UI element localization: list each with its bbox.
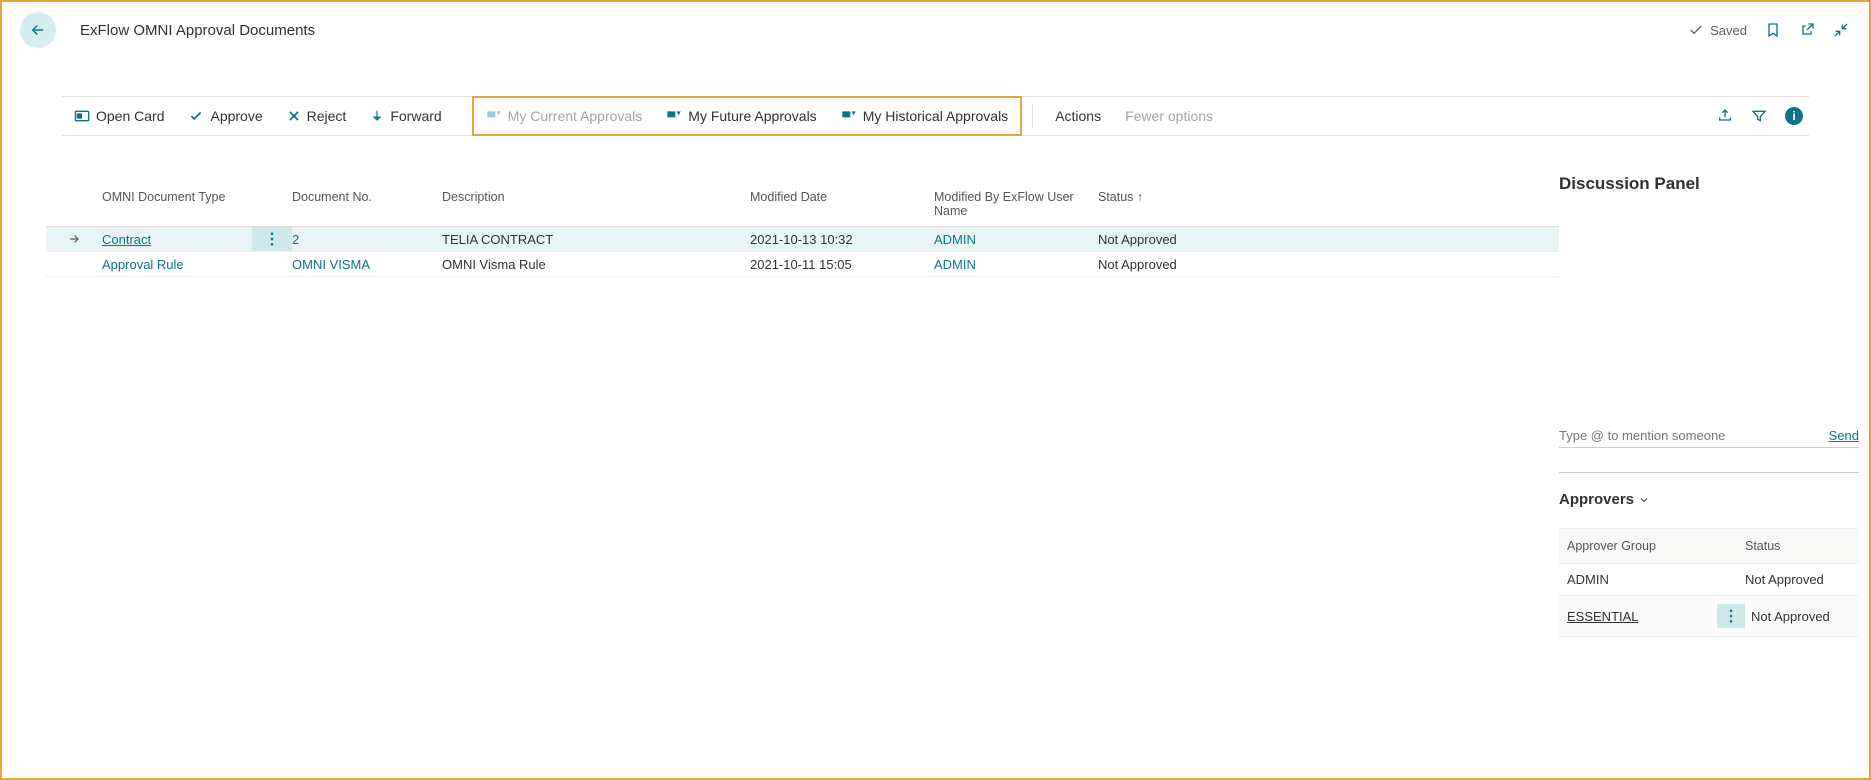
comment-input[interactable] — [1559, 428, 1821, 443]
share-icon[interactable] — [1717, 108, 1733, 124]
col-header-modified-date[interactable]: Modified Date — [750, 190, 934, 218]
open-card-button[interactable]: Open Card — [62, 97, 176, 135]
arrow-down-icon — [370, 109, 384, 123]
row-selected-indicator — [46, 232, 102, 246]
modified-by-link[interactable]: ADMIN — [934, 257, 976, 272]
toolbar-separator — [1032, 104, 1033, 128]
checkmark-icon — [1688, 22, 1704, 38]
approvers-header-row: Approver Group Status — [1559, 528, 1859, 564]
filter-historical-icon — [841, 109, 857, 123]
col-header-approver-group[interactable]: Approver Group — [1567, 539, 1745, 553]
check-icon — [188, 109, 204, 123]
chevron-down-icon — [1638, 494, 1650, 506]
approvers-title-label: Approvers — [1559, 491, 1634, 508]
my-current-label: My Current Approvals — [508, 108, 643, 124]
table-row[interactable]: Approval Rule OMNI VISMA OMNI Visma Rule… — [46, 252, 1559, 277]
popout-icon[interactable] — [1799, 22, 1815, 38]
reject-button[interactable]: Reject — [275, 97, 359, 135]
back-button[interactable] — [20, 12, 56, 48]
send-button[interactable]: Send — [1829, 428, 1859, 443]
bookmark-icon[interactable] — [1765, 22, 1781, 38]
my-historical-label: My Historical Approvals — [863, 108, 1009, 124]
table-header-row: OMNI Document Type Document No. Descript… — [46, 136, 1559, 227]
reject-label: Reject — [307, 108, 347, 124]
filter-icon[interactable] — [1751, 108, 1767, 124]
approve-button[interactable]: Approve — [176, 97, 274, 135]
kebab-icon — [270, 232, 274, 246]
side-panel: Discussion Panel Send Approvers Approver… — [1559, 136, 1869, 778]
col-header-description[interactable]: Description — [442, 190, 750, 218]
approvers-section-header[interactable]: Approvers — [1559, 491, 1859, 508]
discussion-panel-title: Discussion Panel — [1559, 174, 1859, 194]
my-future-approvals-button[interactable]: My Future Approvals — [654, 98, 828, 134]
my-historical-approvals-button[interactable]: My Historical Approvals — [829, 98, 1021, 134]
approver-row[interactable]: ESSENTIAL Not Approved — [1559, 596, 1859, 637]
x-icon — [287, 109, 301, 123]
row-actions-button[interactable] — [252, 227, 292, 251]
filter-current-icon — [486, 109, 502, 123]
info-icon[interactable]: i — [1785, 107, 1803, 125]
cell-modified-date: 2021-10-13 10:32 — [750, 232, 934, 247]
col-header-doc-no[interactable]: Document No. — [292, 190, 442, 218]
page-header: ExFlow OMNI Approval Documents Saved — [2, 2, 1869, 58]
saved-indicator: Saved — [1688, 22, 1747, 38]
open-card-label: Open Card — [96, 108, 164, 124]
comment-input-row: Send — [1559, 428, 1859, 448]
actions-menu[interactable]: Actions — [1043, 97, 1113, 135]
cell-status: Not Approved — [1098, 257, 1228, 272]
doc-no-link[interactable]: 2 — [292, 232, 299, 247]
cell-modified-date: 2021-10-11 15:05 — [750, 257, 934, 272]
cell-description: TELIA CONTRACT — [442, 232, 750, 247]
approver-group-link[interactable]: ADMIN — [1567, 572, 1609, 587]
card-icon — [74, 109, 90, 123]
forward-label: Forward — [390, 108, 441, 124]
modified-by-link[interactable]: ADMIN — [934, 232, 976, 247]
doc-type-link[interactable]: Contract — [102, 232, 151, 247]
actions-label: Actions — [1055, 108, 1101, 124]
col-header-modified-by[interactable]: Modified By ExFlow User Name — [934, 190, 1098, 218]
approval-filter-group: My Current Approvals My Future Approvals… — [472, 96, 1023, 136]
approver-status-cell: Not Approved — [1745, 572, 1859, 587]
doc-type-link[interactable]: Approval Rule — [102, 257, 184, 272]
cell-description: OMNI Visma Rule — [442, 257, 750, 272]
col-header-status[interactable]: Status ↑ — [1098, 190, 1228, 218]
side-divider — [1559, 472, 1859, 473]
main-content: OMNI Document Type Document No. Descript… — [2, 136, 1559, 778]
saved-label: Saved — [1710, 23, 1747, 38]
approver-group-link[interactable]: ESSENTIAL — [1567, 609, 1639, 624]
approver-row-actions[interactable] — [1717, 604, 1745, 628]
arrow-left-icon — [29, 21, 47, 39]
arrow-right-icon — [67, 232, 81, 246]
my-current-approvals-button[interactable]: My Current Approvals — [474, 98, 655, 134]
action-toolbar: Open Card Approve Reject Forward — [62, 96, 1809, 136]
doc-no-link[interactable]: OMNI VISMA — [292, 257, 370, 272]
approvers-table: Approver Group Status ADMIN Not Approved… — [1559, 528, 1859, 637]
my-future-label: My Future Approvals — [688, 108, 816, 124]
fewer-options-label: Fewer options — [1125, 108, 1213, 124]
table-row[interactable]: Contract 2 TELIA CONTRACT 2021-10-13 10:… — [46, 227, 1559, 252]
approver-row[interactable]: ADMIN Not Approved — [1559, 564, 1859, 596]
fewer-options-button[interactable]: Fewer options — [1113, 97, 1225, 135]
page-title: ExFlow OMNI Approval Documents — [80, 22, 315, 39]
cell-status: Not Approved — [1098, 232, 1228, 247]
collapse-icon[interactable] — [1833, 22, 1849, 38]
kebab-icon — [1729, 609, 1733, 623]
forward-button[interactable]: Forward — [358, 97, 453, 135]
col-header-approver-status[interactable]: Status — [1745, 539, 1859, 553]
filter-future-icon — [666, 109, 682, 123]
approve-label: Approve — [210, 108, 262, 124]
approver-status-cell: Not Approved — [1751, 609, 1859, 624]
col-header-doc-type[interactable]: OMNI Document Type — [102, 190, 252, 218]
